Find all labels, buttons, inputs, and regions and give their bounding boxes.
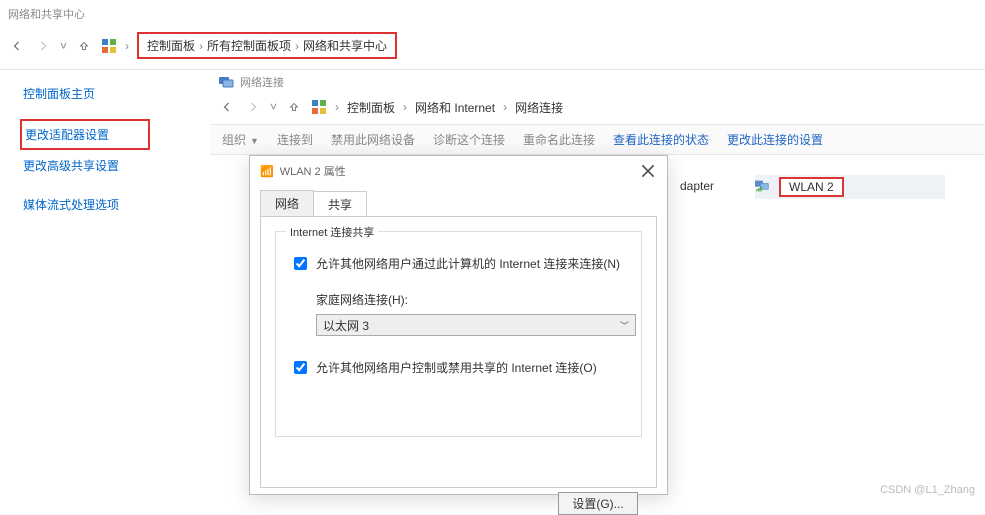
- inner-breadcrumb-segment[interactable]: 控制面板: [347, 99, 395, 116]
- sidebar-item-advanced-sharing[interactable]: 更改高级共享设置: [20, 152, 150, 179]
- wlan-properties-dialog: 📶 WLAN 2 属性 网络 共享 Internet 连接共享 允许其他网络用户…: [249, 155, 668, 495]
- dialog-titlebar[interactable]: 📶 WLAN 2 属性: [250, 156, 667, 186]
- tab-network[interactable]: 网络: [260, 190, 314, 216]
- inner-breadcrumb-segment[interactable]: 网络和 Internet: [415, 99, 495, 116]
- connection-item-label: WLAN 2: [779, 177, 844, 197]
- close-button[interactable]: [639, 162, 657, 180]
- inner-forward-button[interactable]: [244, 98, 262, 116]
- window-title: 网络和共享中心: [0, 0, 985, 28]
- allow-control-label: 允许其他网络用户控制或禁用共享的 Internet 连接(O): [316, 359, 597, 376]
- connection-item-wlan2[interactable]: WLAN 2: [755, 175, 945, 199]
- toolbar-change-settings[interactable]: 更改此连接的设置: [727, 131, 823, 148]
- chevron-right-icon: ›: [199, 39, 203, 53]
- allow-control-checkbox[interactable]: [294, 361, 307, 374]
- toolbar-diagnose[interactable]: 诊断这个连接: [433, 131, 505, 148]
- control-panel-icon: [311, 99, 327, 115]
- settings-button[interactable]: 设置(G)...: [558, 492, 638, 515]
- dialog-title-text: WLAN 2 属性: [280, 163, 346, 179]
- chevron-right-icon: ›: [125, 39, 129, 53]
- tab-body-sharing: Internet 连接共享 允许其他网络用户通过此计算机的 Internet 连…: [260, 216, 657, 488]
- network-adapter-icon: [755, 178, 771, 197]
- inner-up-button[interactable]: [285, 98, 303, 116]
- tab-sharing[interactable]: 共享: [313, 191, 367, 217]
- inner-recent-chevron-icon[interactable]: ˅: [270, 100, 277, 114]
- allow-connect-row: 允许其他网络用户通过此计算机的 Internet 连接来连接(N): [290, 254, 627, 273]
- inner-breadcrumb-segment[interactable]: 网络连接: [515, 99, 563, 116]
- toolbar-connect[interactable]: 连接到: [277, 131, 313, 148]
- home-connection-label: 家庭网络连接(H):: [316, 291, 627, 308]
- chevron-down-icon: ▼: [250, 136, 259, 146]
- chevron-down-icon: ﹀: [620, 319, 629, 332]
- inner-window-title: 网络连接: [240, 74, 284, 90]
- ics-group: Internet 连接共享 允许其他网络用户通过此计算机的 Internet 连…: [275, 231, 642, 437]
- allow-control-row: 允许其他网络用户控制或禁用共享的 Internet 连接(O): [290, 358, 627, 377]
- home-connection-value: 以太网 3: [323, 317, 369, 334]
- control-panel-icon: [101, 38, 117, 54]
- allow-connect-label: 允许其他网络用户通过此计算机的 Internet 连接来连接(N): [316, 255, 620, 272]
- sidebar-item-adapter-settings[interactable]: 更改适配器设置: [20, 119, 150, 150]
- inner-back-button[interactable]: [218, 98, 236, 116]
- home-connection-select[interactable]: 以太网 3 ﹀: [316, 314, 636, 336]
- back-button[interactable]: [8, 37, 26, 55]
- chevron-right-icon: ›: [295, 39, 299, 53]
- breadcrumb-segment[interactable]: 控制面板: [147, 37, 195, 54]
- chevron-right-icon: ›: [403, 100, 407, 114]
- group-legend: Internet 连接共享: [286, 224, 378, 240]
- chevron-right-icon: ›: [503, 100, 507, 114]
- toolbar-view-status[interactable]: 查看此连接的状态: [613, 131, 709, 148]
- toolbar-disable[interactable]: 禁用此网络设备: [331, 131, 415, 148]
- inner-window-titlebar: 网络连接: [210, 70, 985, 94]
- sidebar-item-media-streaming[interactable]: 媒体流式处理选项: [20, 191, 150, 218]
- dialog-tabs: 网络 共享: [250, 186, 667, 216]
- network-connections-icon: [218, 74, 234, 90]
- sidebar-item-home[interactable]: 控制面板主页: [20, 80, 150, 107]
- inner-nav-row: ˅ › 控制面板 › 网络和 Internet › 网络连接: [210, 94, 985, 125]
- forward-button[interactable]: [34, 37, 52, 55]
- main-nav-row: ˅ › 控制面板 › 所有控制面板项 › 网络和共享中心: [0, 28, 985, 70]
- sidebar: 控制面板主页 更改适配器设置 更改高级共享设置 媒体流式处理选项: [20, 80, 150, 230]
- toolbar-rename[interactable]: 重命名此连接: [523, 131, 595, 148]
- adapter-text-fragment: dapter: [680, 179, 714, 193]
- chevron-right-icon: ›: [335, 100, 339, 114]
- toolbar-organize[interactable]: 组织▼: [222, 131, 259, 148]
- watermark: CSDN @L1_Zhang: [880, 484, 975, 496]
- wifi-icon: 📶: [260, 165, 274, 178]
- breadcrumb-segment[interactable]: 网络和共享中心: [303, 37, 387, 54]
- up-button[interactable]: [75, 37, 93, 55]
- allow-connect-checkbox[interactable]: [294, 257, 307, 270]
- recent-chevron-icon[interactable]: ˅: [60, 39, 67, 53]
- window-title-text: 网络和共享中心: [8, 9, 85, 21]
- address-bar[interactable]: 控制面板 › 所有控制面板项 › 网络和共享中心: [137, 32, 397, 59]
- toolbar: 组织▼ 连接到 禁用此网络设备 诊断这个连接 重命名此连接 查看此连接的状态 更…: [210, 125, 985, 155]
- breadcrumb-segment[interactable]: 所有控制面板项: [207, 37, 291, 54]
